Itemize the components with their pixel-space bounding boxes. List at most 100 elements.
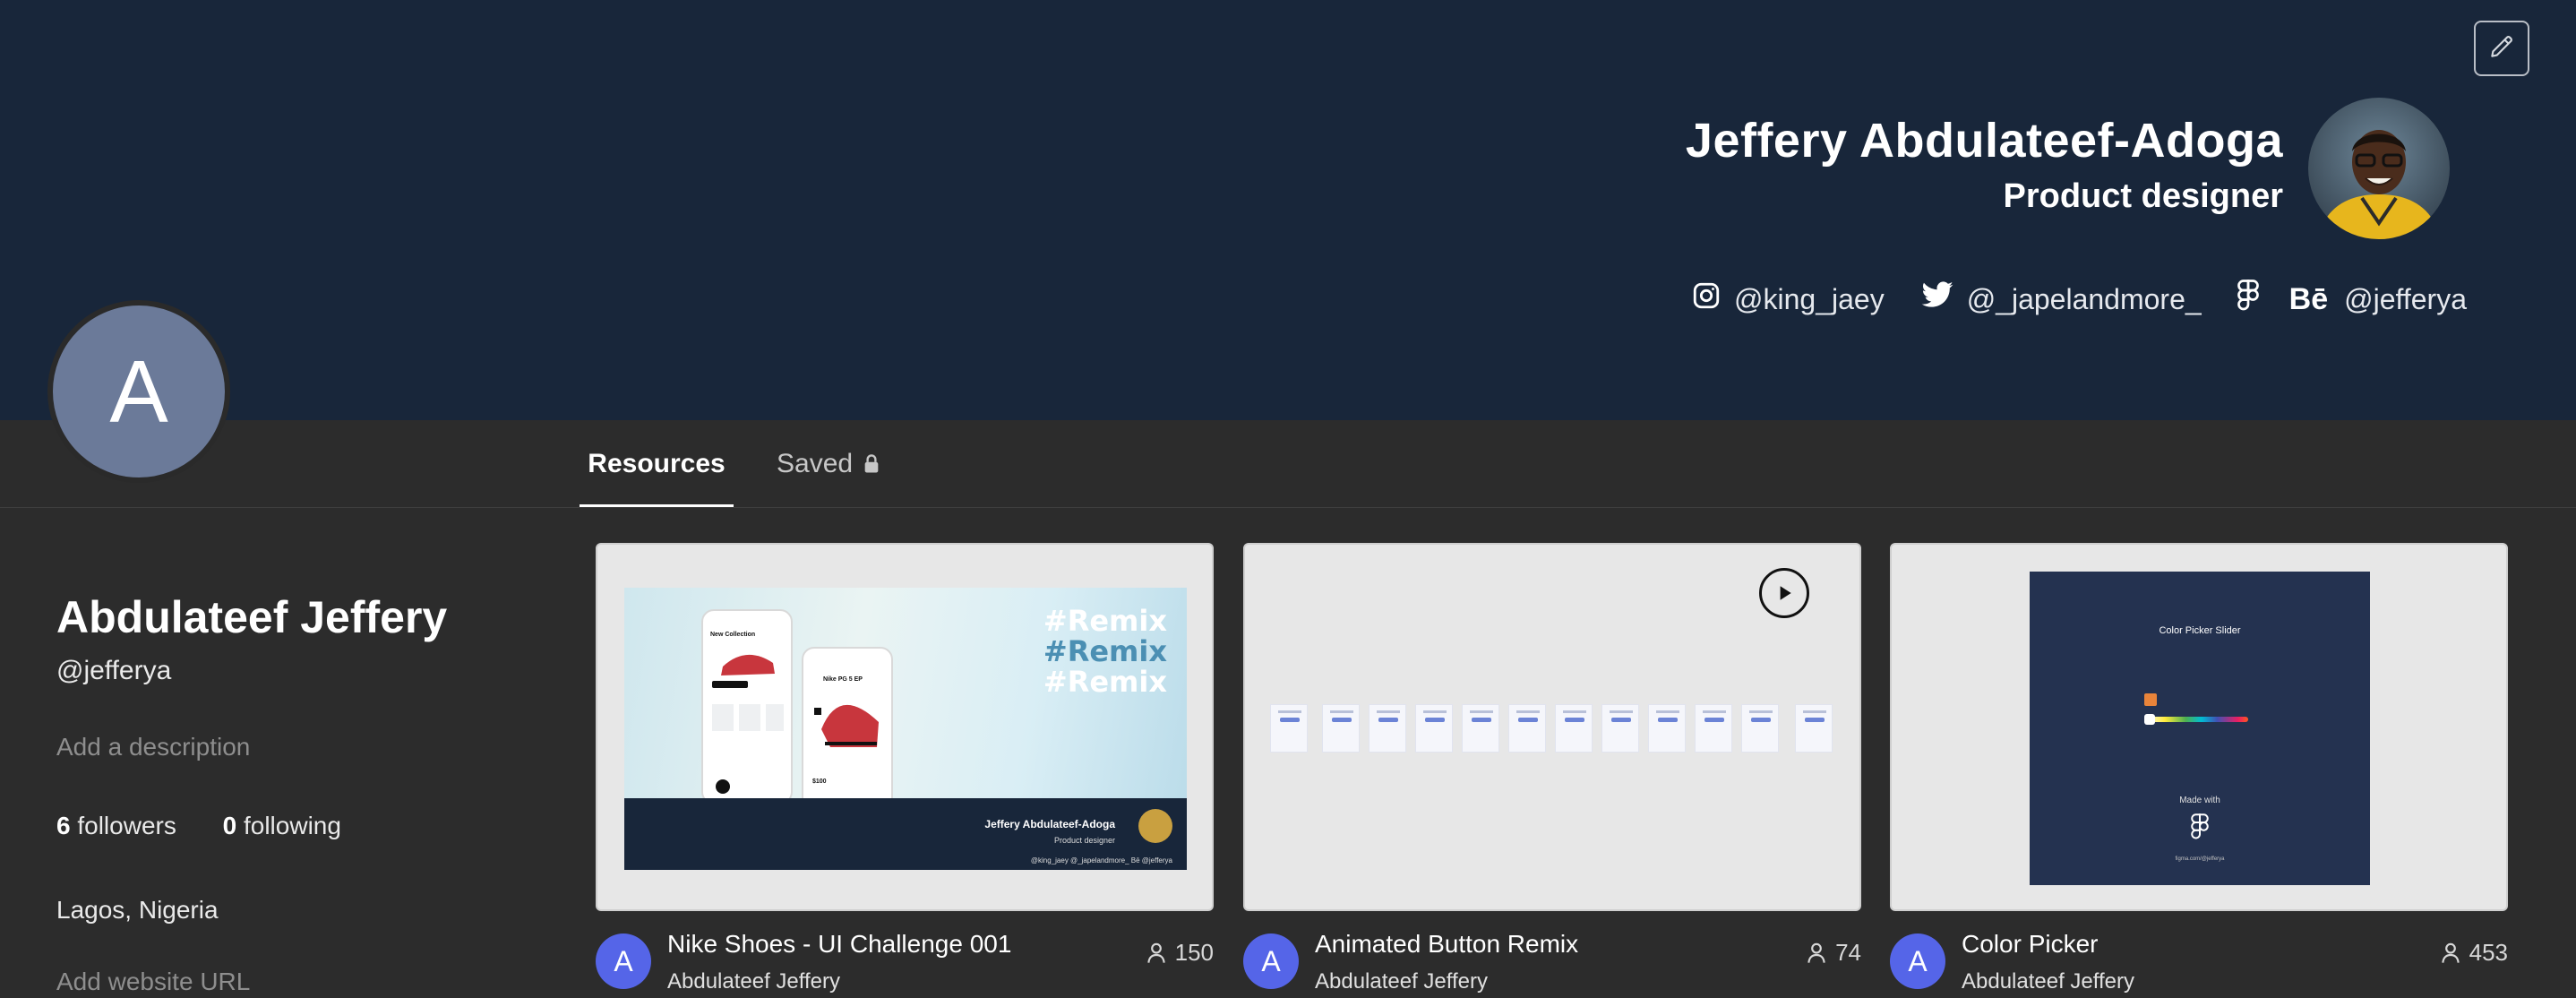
profile-sidebar: Abdulateef Jeffery @jefferya Add a descr… [56,591,448,995]
card-author[interactable]: Abdulateef Jeffery [1962,969,2134,994]
profile-handle: @jefferya [56,656,172,685]
user-icon [1146,942,1175,964]
follow-stats: 6 followers 0 following [56,812,341,840]
card-meta: A Nike Shoes - UI Challenge 001 Abdulate… [596,930,1214,996]
card-thumbnail[interactable]: New Collection Nike PG 5 EP $100 #Remix … [596,543,1214,911]
button-preview [1695,704,1732,753]
card-thumbnail[interactable] [1243,543,1861,911]
following-link[interactable]: 0 following [223,812,341,839]
card-meta: A Animated Button Remix Abdulateef Jeffe… [1243,930,1861,996]
card-title[interactable]: Animated Button Remix [1315,930,1578,959]
author-avatar[interactable]: A [1890,933,1945,989]
profile-avatar[interactable]: A [47,300,230,483]
figma-icon [2237,280,2271,319]
thumbnail-signature: Jeffery Abdulateef-Adoga [984,818,1115,830]
banner-name: Jeffery Abdulateef-Adoga [1685,114,2283,168]
remix-text: #Remix [1043,665,1167,699]
tab-resources-label: Resources [588,449,726,478]
resource-card[interactable]: A Animated Button Remix Abdulateef Jeffe… [1243,543,1861,994]
user-icon [2441,942,2469,964]
twitter-icon [1920,280,1967,318]
button-preview [1508,704,1546,753]
edit-banner-button[interactable] [2474,21,2529,76]
card-author[interactable]: Abdulateef Jeffery [1315,969,1488,994]
behance-link[interactable]: Bē @jefferya [2237,280,2467,319]
card-thumbnail[interactable]: Color Picker Slider Made with figma.com/… [1890,543,2508,911]
thumbnail-footer: Jeffery Abdulateef-Adoga Product designe… [624,798,1187,870]
following-count: 0 [222,812,237,839]
play-icon[interactable] [1759,568,1809,618]
card-meta: A Color Picker Abdulateef Jeffery 453 [1890,930,2508,996]
button-preview [1795,704,1833,753]
svg-text:$100: $100 [812,779,827,785]
tab-resources[interactable]: Resources [580,420,734,508]
button-preview [1270,704,1308,753]
remix-text: #Remix [1043,604,1167,638]
button-preview [1601,704,1639,753]
user-icon [1807,942,1835,964]
svg-text:Nike PG 5 EP: Nike PG 5 EP [823,676,863,683]
add-website-link[interactable]: Add website URL [56,968,250,996]
thumbnail-avatar [1138,809,1172,843]
button-preview [1322,704,1360,753]
followers-count: 6 [56,812,71,839]
resource-card[interactable]: Color Picker Slider Made with figma.com/… [1890,543,2508,994]
pencil-icon [2487,32,2516,65]
color-swatch [2144,693,2157,706]
phone-mockup: New Collection [701,609,793,804]
button-preview [1415,704,1453,753]
instagram-handle: @king_jaey [1734,282,1885,315]
thumbnail-url: figma.com/@jefferya [2175,856,2225,862]
instagram-icon [1691,280,1734,318]
made-with-text: Made with [2179,796,2220,805]
profile-name: Abdulateef Jeffery [56,592,448,642]
thumbnail-title: Color Picker Slider [2159,625,2241,636]
user-count-value: 150 [1174,939,1214,966]
behance-icon: Bē [2288,281,2329,316]
banner-role: Product designer [2003,177,2284,215]
thumbnail-socials: @king_jaey @_japelandmore_ Bē @jefferya [1030,856,1172,865]
user-count-value: 74 [1835,939,1861,966]
instagram-link[interactable]: @king_jaey [1691,280,1885,318]
lock-icon [863,454,880,474]
behance-handle: @jefferya [2344,282,2467,315]
figma-icon [2191,813,2209,845]
user-count: 453 [2441,939,2508,967]
button-preview [1369,704,1406,753]
user-count: 150 [1146,939,1214,967]
card-author[interactable]: Abdulateef Jeffery [667,969,840,994]
following-label: following [243,812,341,839]
add-description-link[interactable]: Add a description [56,733,250,761]
banner-avatar-photo [2308,98,2450,239]
resource-card[interactable]: New Collection Nike PG 5 EP $100 #Remix … [596,543,1214,994]
button-previews [1270,704,1833,753]
thumbnail-image: New Collection Nike PG 5 EP $100 #Remix … [624,588,1187,870]
social-links: @king_jaey @_japelandmore_ Bē @jefferya [1691,274,2467,324]
author-avatar[interactable]: A [596,933,651,989]
tab-saved[interactable]: Saved [777,420,880,508]
thumbnail-image: Color Picker Slider Made with figma.com/… [2030,572,2370,885]
followers-label: followers [77,812,176,839]
button-preview [1555,704,1593,753]
card-title[interactable]: Nike Shoes - UI Challenge 001 [667,930,1011,959]
button-preview [1462,704,1499,753]
followers-link[interactable]: 6 followers [56,812,176,839]
button-preview [1741,704,1779,753]
remix-text: #Remix [1043,634,1167,668]
user-count-value: 453 [2469,939,2508,966]
twitter-link[interactable]: @_japelandmore_ [1920,280,2202,318]
user-count: 74 [1807,939,1861,967]
tab-saved-label: Saved [777,449,854,478]
hue-slider [2144,717,2248,722]
profile-avatar-letter: A [109,341,168,441]
profile-location: Lagos, Nigeria [56,896,219,924]
thumbnail-signature-role: Product designer [1053,836,1115,845]
svg-text:New Collection: New Collection [710,632,755,638]
author-avatar[interactable]: A [1243,933,1299,989]
tabs-divider [0,507,2576,508]
button-preview [1648,704,1686,753]
twitter-handle: @_japelandmore_ [1966,282,2202,315]
profile-tabs: Resources Saved [580,420,2576,508]
slider-knob [2144,714,2155,725]
card-title[interactable]: Color Picker [1962,930,2098,959]
